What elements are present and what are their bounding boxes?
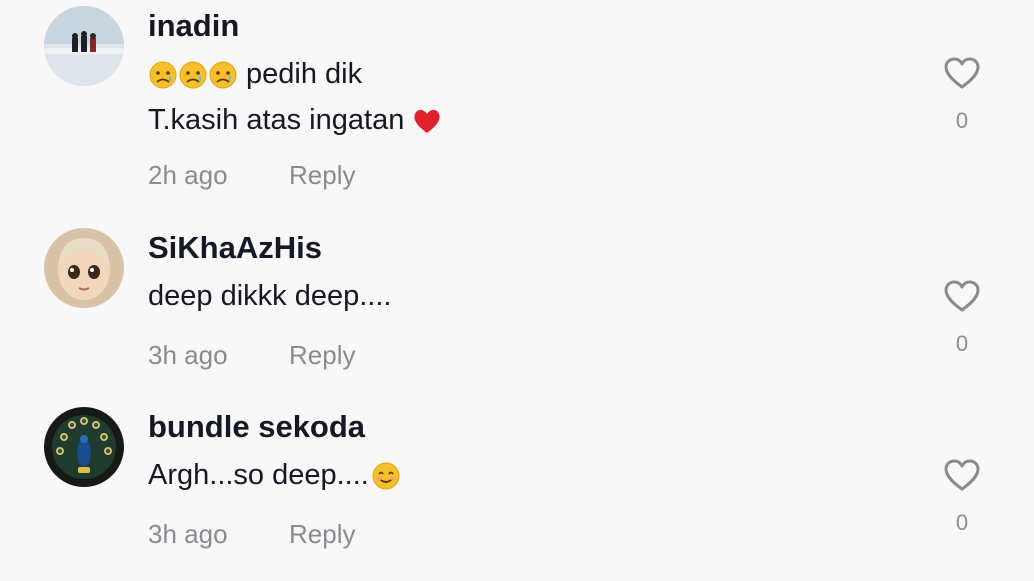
comment-item: inadin pedih dik T.kasih atas ingatan 2h… [0, 0, 1034, 190]
username[interactable]: bundle sekoda [148, 409, 365, 445]
comment-time: 2h ago [148, 160, 228, 190]
username[interactable]: SiKhaAzHis [148, 230, 322, 266]
username[interactable]: inadin [148, 8, 239, 44]
comment-text-line: pedih dik [148, 58, 362, 91]
like-heart-icon[interactable] [943, 56, 981, 90]
sad-tear-emoji-icon [178, 60, 208, 90]
like-count: 0 [955, 331, 969, 356]
avatar[interactable] [44, 6, 124, 86]
like-count: 0 [955, 510, 969, 535]
smiling-face-emoji-icon [371, 461, 401, 491]
beach-avatar-icon [44, 6, 124, 86]
comment-text: Argh...so deep.... [148, 459, 369, 491]
peacock-avatar-icon [44, 407, 124, 487]
avatar[interactable] [44, 407, 124, 487]
reply-button[interactable]: Reply [289, 340, 355, 371]
comment-text-line: deep dikkk deep.... [148, 280, 391, 313]
comment-text: T.kasih atas ingatan [148, 104, 405, 136]
reply-button[interactable]: Reply [289, 160, 355, 191]
comment-item: bundle sekoda Argh...so deep.... 3h ago … [0, 401, 1034, 581]
comment-text-line: T.kasih atas ingatan [148, 104, 442, 137]
like-heart-icon[interactable] [943, 279, 981, 313]
sad-tear-emoji-icon [208, 60, 238, 90]
reply-button[interactable]: Reply [289, 519, 355, 550]
comment-text: pedih dik [246, 58, 363, 90]
comment-text-line: Argh...so deep.... [148, 459, 401, 492]
cartoon-face-avatar-icon [44, 228, 124, 308]
sad-tear-emoji-icon [148, 60, 178, 90]
like-heart-icon[interactable] [943, 458, 981, 492]
comment-item: SiKhaAzHis deep dikkk deep.... 3h ago Re… [0, 222, 1034, 402]
comment-text: deep dikkk deep.... [148, 280, 392, 312]
comment-time: 3h ago [148, 340, 228, 370]
like-count: 0 [955, 108, 969, 133]
comment-time: 3h ago [148, 519, 228, 549]
red-heart-emoji-icon [412, 106, 442, 136]
avatar[interactable] [44, 228, 124, 308]
